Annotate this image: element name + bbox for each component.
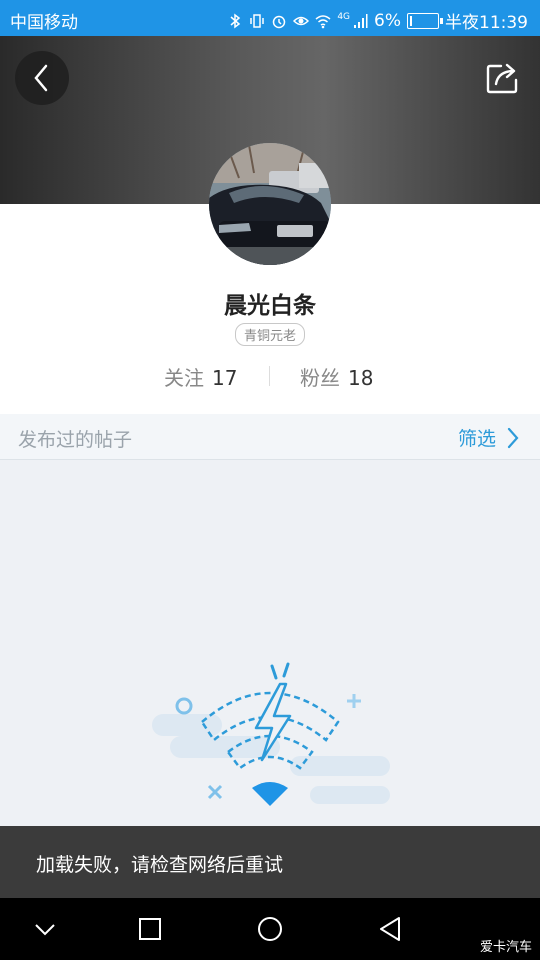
battery-percent: 6% [374,10,401,31]
follow-count: 17 [212,366,238,390]
home-icon[interactable] [253,912,287,946]
car-photo [209,143,331,265]
vibrate-icon [250,13,265,28]
posts-label: 发布过的帖子 [18,429,133,451]
fans-label: 粉丝 [300,366,340,390]
signal-icon [354,13,368,28]
carrier-name: 中国移动 [10,13,78,33]
hide-nav-icon[interactable] [28,912,62,946]
watermark: 爱卡汽车 [479,940,532,955]
posts-content [0,460,540,826]
status-icons: 4G 6% 半夜11:39 [227,8,528,33]
back-arrow-icon [34,64,48,92]
avatar[interactable] [209,143,331,265]
alarm-icon [273,15,286,28]
status-bar: 中国移动 4G 6% 半夜11:39 [0,0,540,36]
follow-stat[interactable]: 关注 17 [164,362,237,391]
clock: 半夜11:39 [445,13,528,33]
badge-row: 青铜元老 [0,323,540,346]
fans-count: 18 [348,366,374,390]
share-icon[interactable] [484,58,522,96]
network-error-illustration [152,662,390,806]
back-button[interactable] [15,51,69,105]
username: 晨光白条 [224,293,316,319]
recent-apps-icon[interactable] [133,912,167,946]
level-badge: 青铜元老 [234,323,305,346]
follow-label: 关注 [164,366,204,390]
filter-button[interactable]: 筛选 [458,424,520,451]
toast-message: 加载失败，请检查网络后重试 [36,854,284,876]
back-nav-icon[interactable] [373,912,407,946]
posts-section-header: 发布过的帖子 筛选 [0,414,540,460]
stats-row: 关注 17 粉丝 18 [0,362,540,390]
battery-icon [407,12,443,29]
app-screen: 中国移动 4G 6% 半夜11:39 晨光白条 青铜元老 关注 17 粉丝 18… [0,0,540,960]
error-toast: 加载失败，请检查网络后重试 [0,826,540,898]
wifi-icon [315,14,331,28]
fans-stat[interactable]: 粉丝 18 [300,362,373,391]
eye-comfort-icon [293,16,310,25]
chevron-right-icon [507,427,519,448]
network-type: 4G [337,11,351,22]
filter-label: 筛选 [457,428,496,450]
bluetooth-icon [230,13,241,28]
system-nav-bar: 爱卡汽车 [0,898,540,960]
stats-divider [269,366,270,386]
